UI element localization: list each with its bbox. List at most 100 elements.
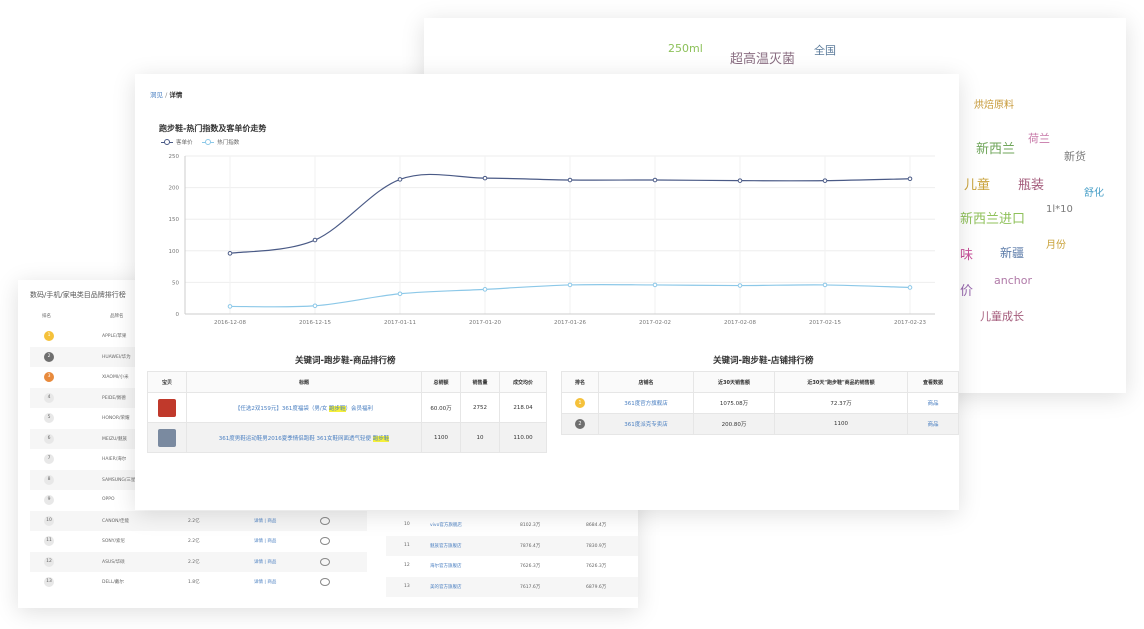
cell-kw-sales: 72.37万 bbox=[774, 392, 908, 414]
rank-badge: 1 bbox=[44, 331, 54, 341]
view-products-link[interactable]: 商品 bbox=[907, 392, 959, 414]
brand-name: HAIER/海尔 bbox=[102, 457, 127, 462]
brand-detail-links[interactable]: 详情 | 商品 bbox=[254, 579, 276, 585]
brand-row: 12 ASUS/华硕 2.2亿 详情 | 商品 bbox=[30, 551, 367, 572]
word-cloud-word: anchor bbox=[994, 274, 1032, 287]
store-cell-name[interactable]: vivo官方旗舰店 bbox=[430, 522, 462, 528]
store-cell-a: 7626.3万 bbox=[520, 564, 541, 569]
store-name-link[interactable]: 361度派克专卖店 bbox=[598, 413, 694, 435]
breadcrumb-link[interactable]: 洞见 bbox=[150, 91, 163, 99]
brand-header-name: 品牌名 bbox=[110, 314, 124, 319]
view-products-link[interactable]: 商品 bbox=[907, 413, 959, 435]
store-cell-name[interactable]: 魅族官方旗舰店 bbox=[430, 543, 462, 549]
data-point bbox=[822, 178, 828, 183]
th-view: 查看数据 bbox=[907, 371, 959, 393]
data-point bbox=[907, 176, 913, 182]
th-avg: 成交均价 bbox=[499, 371, 547, 393]
store-row: 10 vivo官方旗舰店 8102.3万 8684.4万 bbox=[386, 515, 638, 535]
store-cell-b: 8684.4万 bbox=[586, 523, 607, 528]
th-30d-sales: 近30天销售额 bbox=[693, 371, 775, 393]
legend-label-price: 客单价 bbox=[176, 140, 193, 146]
product-title-link[interactable]: 361度男鞋运动鞋男2016夏季情侣跑鞋 361女鞋网面透气轻便 跑步鞋 bbox=[219, 435, 390, 442]
x-tick-label: 2016-12-08 bbox=[214, 320, 246, 326]
word-cloud-word: 超高温灭菌 bbox=[730, 52, 796, 67]
x-tick-label: 2016-12-15 bbox=[299, 320, 331, 326]
product-ranking-table: 宝贝 标题 总销额 销售量 成交均价 【任选2双159元】361度福袋（男/女 … bbox=[147, 371, 547, 453]
data-point bbox=[652, 282, 658, 288]
rank-badge: 2 bbox=[575, 419, 585, 429]
breadcrumb-separator: / bbox=[165, 91, 168, 99]
data-point bbox=[482, 287, 488, 292]
eye-icon[interactable] bbox=[320, 516, 330, 525]
word-cloud-word: 1l*10 bbox=[1046, 204, 1073, 215]
data-point bbox=[567, 177, 573, 183]
eye-icon[interactable] bbox=[320, 578, 330, 586]
product-title-link[interactable]: 【任选2双159元】361度福袋（男/女 跑步鞋）会员福利 bbox=[234, 405, 373, 412]
cell-kw-sales: 1100 bbox=[774, 413, 908, 435]
cell-sales: 1100 bbox=[421, 422, 461, 453]
legend-item-price[interactable]: 客单价 bbox=[161, 138, 193, 146]
word-cloud-word: 价 bbox=[960, 284, 974, 299]
th-sales: 总销额 bbox=[421, 371, 461, 393]
eye-icon[interactable] bbox=[320, 537, 330, 545]
th-rank: 排名 bbox=[561, 371, 599, 393]
table-row: 2 361度派克专卖店 200.80万 1100 商品 bbox=[561, 413, 959, 435]
product-thumbnail[interactable] bbox=[158, 398, 176, 417]
word-cloud-word: 烘焙原料 bbox=[974, 100, 1014, 111]
word-cloud-word: 儿童 bbox=[964, 178, 991, 193]
data-point bbox=[737, 178, 743, 183]
detail-panel: 洞见 / 详情 跑步鞋-热门指数及客单价走势 客单价 热门指数 0 50 100 15… bbox=[135, 74, 959, 510]
rank-badge: 1 bbox=[575, 398, 585, 408]
store-name-link[interactable]: 361度官方旗舰店 bbox=[598, 392, 694, 414]
cell-30d-sales: 1075.08万 bbox=[693, 392, 775, 414]
y-tick-label: 200 bbox=[169, 186, 180, 192]
x-tick-label: 2017-01-20 bbox=[469, 320, 501, 326]
product-thumbnail[interactable] bbox=[158, 428, 176, 447]
data-point bbox=[397, 291, 403, 297]
store-cell-a: 7876.4万 bbox=[520, 543, 541, 549]
y-tick-label: 100 bbox=[169, 249, 180, 255]
store-cell-rank: 12 bbox=[404, 563, 410, 568]
brand-amount: 2.2亿 bbox=[188, 539, 200, 544]
brand-amount: 1.8亿 bbox=[188, 580, 200, 585]
eye-icon[interactable] bbox=[320, 557, 330, 566]
cell-qty: 10 bbox=[460, 422, 500, 453]
rank-badge: 10 bbox=[44, 515, 54, 526]
th-kw-sales: 近30天"跑步鞋"商品的销售额 bbox=[774, 371, 908, 393]
brand-detail-links[interactable]: 详情 | 商品 bbox=[254, 518, 276, 524]
brand-detail-links[interactable]: 详情 | 商品 bbox=[254, 538, 276, 544]
word-cloud-word: 儿童成长 bbox=[980, 310, 1024, 323]
th-item: 宝贝 bbox=[147, 371, 187, 393]
data-point bbox=[397, 177, 403, 182]
word-cloud-word: 味 bbox=[960, 248, 974, 263]
brand-amount: 2.2亿 bbox=[188, 559, 200, 565]
brand-name: OPPO bbox=[102, 497, 115, 502]
product-title-pre: 【任选2双159元】361度福袋（男/女 bbox=[234, 405, 330, 412]
brand-detail-links[interactable]: 详情 | 商品 bbox=[254, 559, 276, 565]
brand-name: HONOR/荣耀 bbox=[102, 416, 130, 421]
x-tick-label: 2017-01-11 bbox=[384, 320, 416, 326]
rank-badge: 9 bbox=[44, 495, 54, 505]
store-cell-a: 7617.6万 bbox=[520, 584, 541, 590]
rank-badge: 2 bbox=[44, 351, 54, 362]
word-cloud-word: 月份 bbox=[1046, 240, 1066, 251]
cell-sales: 60.00万 bbox=[421, 392, 461, 423]
brand-name: XIAOMI/小米 bbox=[102, 375, 129, 380]
keyword-highlight: 跑步鞋 bbox=[329, 405, 346, 412]
y-tick-label: 150 bbox=[169, 217, 180, 223]
data-point bbox=[312, 237, 318, 243]
brand-name: ASUS/华硕 bbox=[102, 559, 125, 565]
word-cloud-word: 瓶装 bbox=[1018, 178, 1045, 193]
brand-row: 11 SONY/索尼 2.2亿 详情 | 商品 bbox=[30, 531, 367, 551]
store-cell-b: 7830.9万 bbox=[586, 543, 607, 549]
store-cell-name[interactable]: 美的官方旗舰店 bbox=[430, 584, 462, 590]
legend-item-hot[interactable]: 热门指数 bbox=[202, 138, 239, 146]
store-cell-name[interactable]: 海尔官方旗舰店 bbox=[430, 563, 462, 569]
th-store: 店铺名 bbox=[598, 371, 694, 393]
brand-row: 13 DELL/戴尔 1.8亿 详情 | 商品 bbox=[30, 572, 367, 592]
brand-header-rank: 排名 bbox=[42, 314, 51, 319]
store-row: 12 海尔官方旗舰店 7626.3万 7626.3万 bbox=[386, 556, 638, 576]
x-tick-label: 2017-02-15 bbox=[809, 320, 841, 326]
word-cloud-word: 新西兰 bbox=[976, 142, 1016, 157]
cell-avg: 110.00 bbox=[499, 422, 547, 453]
